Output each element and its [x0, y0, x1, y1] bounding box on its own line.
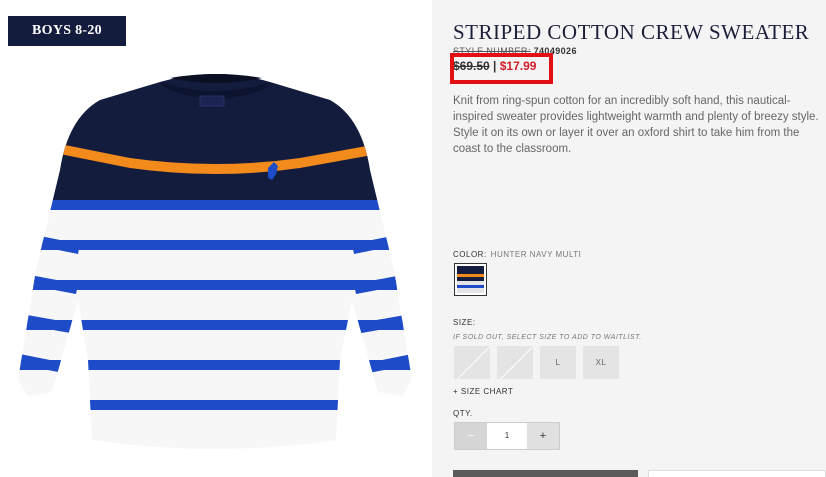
secondary-action-button[interactable]: [648, 470, 826, 477]
size-options: S M L XL: [454, 346, 619, 379]
quantity-decrease-button[interactable]: −: [455, 423, 487, 449]
size-label: SIZE:: [453, 318, 476, 327]
category-badge: BOYS 8-20: [8, 16, 126, 46]
add-to-bag-button[interactable]: [453, 470, 638, 477]
color-selector-label: COLOR: HUNTER NAVY MULTI: [453, 250, 581, 259]
size-option-xl[interactable]: XL: [583, 346, 619, 379]
product-image-area: BOYS 8-20: [0, 0, 432, 477]
sweater-product-image[interactable]: [0, 0, 432, 477]
product-title: STRIPED COTTON CREW SWEATER: [453, 20, 810, 44]
quantity-input[interactable]: 1: [487, 423, 527, 449]
product-page: BOYS 8-20 STRIPED COTTON CREW SWEATER ST…: [0, 0, 826, 477]
size-chart-link[interactable]: + SIZE CHART: [453, 387, 513, 396]
size-option-m[interactable]: M: [497, 346, 533, 379]
size-option-l[interactable]: L: [540, 346, 576, 379]
size-waitlist-note: IF SOLD OUT, SELECT SIZE TO ADD TO WAITL…: [453, 334, 642, 341]
swatch-image: [457, 266, 484, 293]
size-option-s[interactable]: S: [454, 346, 490, 379]
quantity-increase-button[interactable]: +: [527, 423, 559, 449]
color-label: COLOR:: [453, 250, 487, 259]
product-description: Knit from ring-spun cotton for an incred…: [453, 95, 819, 155]
color-value: HUNTER NAVY MULTI: [490, 250, 582, 259]
price-highlight-box: [450, 53, 553, 84]
color-swatch-hunter-navy-multi[interactable]: [454, 263, 487, 296]
quantity-stepper: − 1 +: [454, 422, 560, 450]
quantity-label: QTY.: [453, 409, 473, 418]
